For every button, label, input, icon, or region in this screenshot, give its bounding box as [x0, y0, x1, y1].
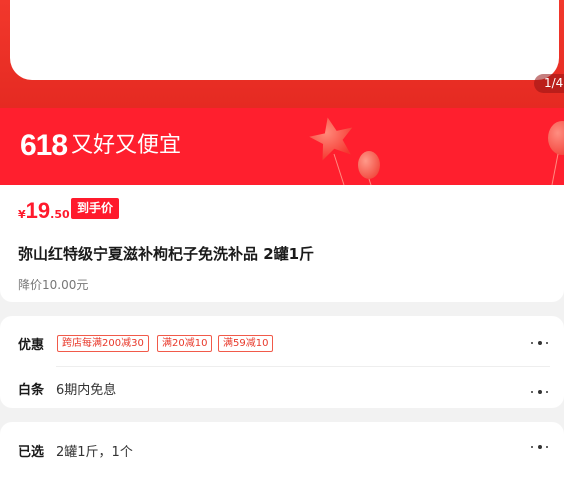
offers-more-icon[interactable]	[531, 340, 549, 346]
product-title: 弥山红特级宁夏滋补枸杞子免洗补品 2罐1斤	[18, 245, 315, 263]
price-reduction-note: 降价10.00元	[18, 278, 89, 292]
product-image-carousel[interactable]	[0, 0, 564, 108]
offers-label: 优惠	[18, 338, 45, 353]
offer-tag-cross-store[interactable]: 跨店每满200减30	[57, 335, 149, 352]
selection-more-icon[interactable]	[531, 444, 549, 450]
installment-more-icon[interactable]	[531, 389, 549, 395]
selection-value[interactable]: 2罐1斤，1个	[56, 441, 133, 460]
promo-banner[interactable]: 618 又好又便宜	[0, 108, 564, 185]
price-integer: 19	[25, 198, 51, 223]
offer-tag-59-minus-10[interactable]: 满59减10	[218, 335, 274, 352]
promo-slogan: 又好又便宜	[71, 133, 182, 158]
installment-label: 白条	[18, 383, 45, 398]
price-decimal: .50	[50, 208, 70, 221]
final-price-badge: 到手价	[71, 198, 120, 219]
final-price: ¥19.50	[18, 198, 70, 224]
selection-label: 已选	[18, 445, 45, 460]
image-counter: 1/4	[534, 74, 564, 93]
offer-tag-20-minus-10[interactable]: 满20减10	[157, 335, 213, 352]
promo-618-logo: 618	[20, 129, 68, 162]
row-divider	[56, 366, 550, 367]
product-image[interactable]	[10, 0, 559, 80]
price-currency: ¥	[18, 208, 26, 221]
installment-value[interactable]: 6期内免息	[56, 379, 116, 398]
